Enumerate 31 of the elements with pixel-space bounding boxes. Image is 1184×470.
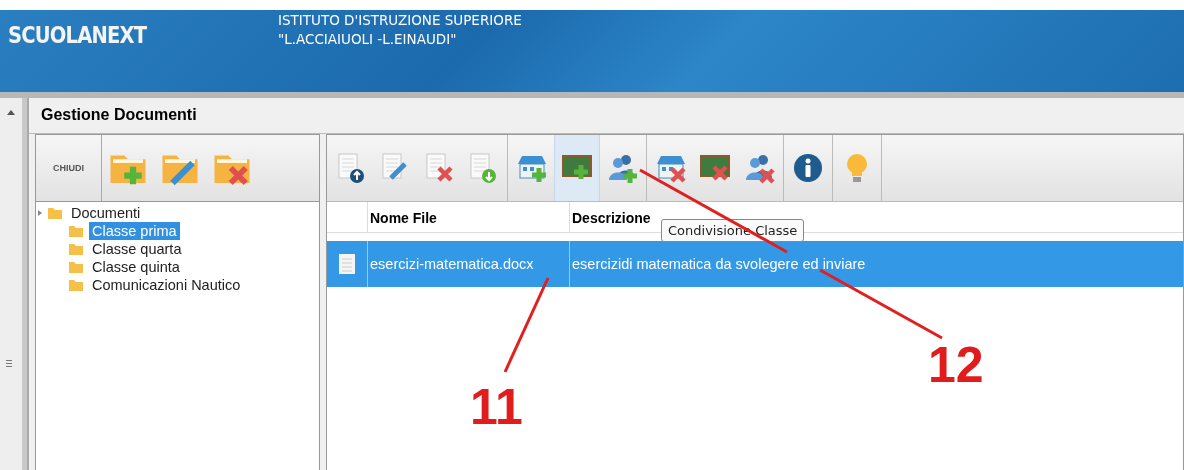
folder-icon <box>69 279 83 291</box>
table-cell: esercizi-matematica.docx <box>368 241 570 287</box>
scroll-up-icon[interactable] <box>7 110 15 115</box>
callout-number: 11 <box>470 382 523 432</box>
column-header[interactable]: Descrizione <box>570 202 651 232</box>
tree-item[interactable]: Comunicazioni Nautico <box>89 276 244 294</box>
expanded-icon[interactable] <box>38 210 42 216</box>
table-cell-text: esercizidi matematica da svolegere ed inviare <box>571 256 866 272</box>
tree-item[interactable]: Classe quinta <box>89 258 183 276</box>
brand-logo: SCUOLANEXT <box>8 22 148 48</box>
column-header[interactable]: Nome File <box>368 202 570 232</box>
tooltip: Condivisione Classe <box>661 219 805 242</box>
folder-icon <box>69 261 83 273</box>
close-button[interactable]: CHIUDI <box>36 135 102 201</box>
school-name: "L.ACCIAIUOLI -L.EINAUDI" <box>278 30 458 49</box>
users-add-icon <box>606 152 638 184</box>
toolbar-button[interactable] <box>554 135 600 201</box>
info-icon <box>792 152 824 184</box>
folder-icon <box>69 243 83 255</box>
tree-item[interactable]: Classe quarta <box>89 240 185 258</box>
tree-item[interactable]: Documenti <box>68 204 144 222</box>
doc-delete-icon <box>423 152 455 184</box>
folder-icon <box>48 207 62 219</box>
school-name: ISTITUTO D'ISTRUZIONE SUPERIORE <box>278 11 522 30</box>
side-scrollbar[interactable] <box>0 98 27 470</box>
callout-number: 12 <box>928 340 984 390</box>
doc-download-icon <box>467 152 499 184</box>
users-remove-icon <box>743 152 775 184</box>
doc-upload-icon <box>335 152 367 184</box>
document-icon <box>339 254 355 274</box>
folder-icon <box>69 225 83 237</box>
